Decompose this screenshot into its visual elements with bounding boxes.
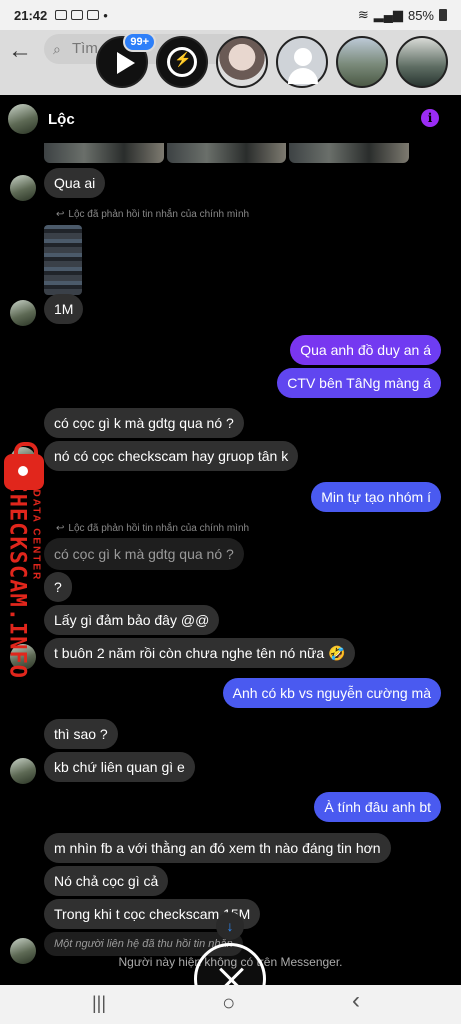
reply-note: ↩ Lộc đã phản hồi tin nhắn của chính mình: [56, 209, 250, 220]
video-chat-head[interactable]: 99+: [96, 32, 156, 88]
watermark-subtitle: DATA CENTER: [30, 489, 42, 582]
back-arrow-icon[interactable]: ←: [8, 38, 34, 64]
message-incoming[interactable]: Qua ai: [44, 168, 106, 198]
sender-avatar: [10, 300, 36, 326]
contact-avatar[interactable]: [8, 104, 38, 134]
home-icon[interactable]: ○: [222, 990, 235, 1016]
message-outgoing[interactable]: CTV bên TâNg màng á: [277, 368, 441, 398]
chat-head-avatar-2[interactable]: [276, 36, 328, 88]
message-incoming[interactable]: 1M: [44, 294, 84, 324]
message-incoming[interactable]: kb chứ liên quan gì e: [44, 752, 195, 782]
message-incoming[interactable]: Nó chả cọc gì cả: [44, 866, 169, 896]
app-icon: [87, 10, 100, 20]
message-incoming[interactable]: t buôn 2 năm rồi còn chưa nghe tên nó nữ…: [44, 638, 356, 668]
signal-icon: ▂▄▆: [373, 7, 403, 22]
message-outgoing[interactable]: À tính đâu anh bt: [314, 792, 441, 822]
chat-panel: Lộc i Qua ai ↩ Lộc đã phản hồi tin nhắn c…: [0, 95, 461, 985]
gallery-icon: [55, 10, 68, 20]
shared-image-strip[interactable]: [44, 143, 410, 163]
message-incoming[interactable]: ?: [44, 572, 72, 602]
message-incoming[interactable]: thì sao ?: [44, 719, 118, 749]
system-nav-bar: ||| ○ ‹: [0, 985, 461, 1024]
message-incoming[interactable]: nó có cọc checkscam hay gruop tân k: [44, 441, 299, 471]
more-notifications-dot: •: [103, 7, 108, 23]
chat-head-avatar-1[interactable]: [216, 36, 268, 88]
status-time: 21:42: [14, 7, 48, 23]
message-incoming[interactable]: m nhìn fb a với thằng an đó xem th nào đ…: [44, 833, 391, 863]
messages-icon: [71, 10, 84, 20]
back-icon[interactable]: ‹: [352, 987, 360, 1015]
wifi-icon: ≋: [357, 7, 369, 22]
sender-avatar: [10, 758, 36, 784]
status-bar: 21:42 • ≋ ▂▄▆ 85%: [0, 0, 461, 30]
chat-head-avatar-4[interactable]: [396, 36, 448, 88]
chat-head-avatar-3[interactable]: [336, 36, 388, 88]
message-outgoing[interactable]: Anh có kb vs nguyễn cường mà: [222, 678, 441, 708]
info-icon[interactable]: i: [421, 109, 439, 127]
message-incoming[interactable]: Lấy gì đảm bảo đây @@: [44, 605, 220, 635]
contact-name[interactable]: Lộc: [48, 111, 75, 128]
notification-icons: •: [55, 8, 108, 23]
battery-icon: [439, 9, 447, 21]
messenger-chat-head[interactable]: [156, 36, 208, 88]
quoted-message[interactable]: có cọc gì k mà gdtg qua nó ?: [44, 538, 244, 570]
watermark-title: CHECKSCAM.INFO: [4, 479, 30, 679]
chat-header: Lộc i: [0, 95, 461, 143]
reply-icon: ↩: [56, 209, 65, 220]
unread-badge: 99+: [123, 32, 156, 52]
battery-percent: 85%: [407, 7, 434, 23]
chat-heads-row: 99+: [96, 32, 448, 88]
message-outgoing[interactable]: Min tự tạo nhóm í: [311, 482, 441, 512]
sender-avatar: [10, 175, 36, 201]
messenger-icon: [167, 47, 197, 77]
search-icon: ⌕: [53, 41, 61, 57]
reply-icon: ↩: [56, 523, 65, 534]
scroll-down-button[interactable]: ↓: [216, 912, 244, 940]
search-placeholder: Tìm: [72, 40, 98, 57]
recents-icon[interactable]: |||: [92, 993, 106, 1014]
message-outgoing[interactable]: Qua anh đồ duy an á: [290, 335, 441, 365]
reply-note: ↩ Lộc đã phản hồi tin nhắn của chính mình: [56, 523, 250, 534]
shared-image[interactable]: [44, 225, 82, 295]
message-incoming[interactable]: có cọc gì k mà gdtg qua nó ?: [44, 408, 244, 438]
watermark: DATA CENTER CHECKSCAM.INFO: [0, 442, 46, 682]
